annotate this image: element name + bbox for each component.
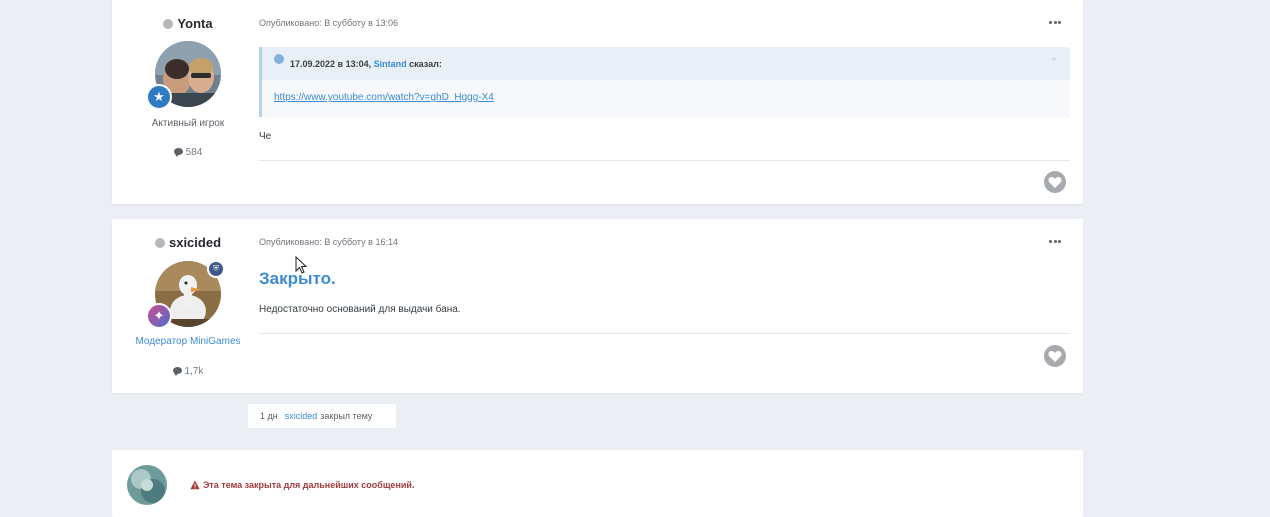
heart-icon[interactable] (1044, 345, 1066, 367)
post-sxicided: sxicided ⛨ ✦ Модератор MiniGames 1,7k Оп… (112, 219, 1083, 393)
post-divider (259, 333, 1070, 334)
comment-icon (172, 367, 182, 376)
post-yonta: Yonta ★ Активный игрок 584 Опубликовано:… (112, 0, 1083, 204)
more-options-icon[interactable] (1049, 21, 1061, 25)
quote-said: сказал: (409, 58, 442, 69)
rank-star-badge-icon: ★ (146, 84, 172, 110)
post-text: Недостаточно оснований для выдачи бана. (259, 304, 461, 315)
locked-topic-bar: Эта тема закрыта для дальнейших сообщени… (112, 450, 1083, 517)
user-title: Активный игрок (151, 118, 225, 129)
quote-header: 17.09.2022 в 13:04, Sintand сказал: ⌃ (262, 47, 1070, 80)
post-date[interactable]: Опубликовано: В субботу в 13:06 (259, 18, 398, 28)
current-user-avatar[interactable] (127, 465, 167, 505)
event-time[interactable]: 1 дн (260, 411, 278, 421)
event-user-link[interactable]: sxicided (285, 411, 318, 421)
quote-block: 17.09.2022 в 13:04, Sintand сказал: ⌃ ht… (259, 47, 1070, 117)
post-date[interactable]: Опубликовано: В субботу в 16:14 (259, 237, 398, 247)
rank-badge-icon: ✦ (146, 303, 172, 329)
comment-icon (173, 148, 183, 157)
offline-status-icon (163, 19, 174, 29)
post-count[interactable]: 584 (112, 147, 264, 158)
quote-user-link[interactable]: Sintand (374, 59, 407, 69)
offline-status-icon (154, 238, 165, 248)
event-action: закрыл тему (320, 411, 373, 421)
quote-icon (274, 53, 284, 64)
more-options-icon[interactable] (1049, 240, 1061, 244)
user-title[interactable]: Модератор MiniGames (112, 336, 264, 347)
topic-closed-event: 1 дн sxicided закрыл тему (248, 404, 396, 428)
heart-icon[interactable] (1044, 171, 1066, 193)
warning-icon (190, 480, 200, 490)
author-name[interactable]: Yonta (112, 16, 264, 31)
quote-body: https://www.youtube.com/watch?v=ghD_Hggg… (262, 80, 1070, 103)
collapse-quote-icon[interactable]: ⌃ (1050, 57, 1058, 68)
author-name[interactable]: sxicided (112, 235, 264, 250)
mouse-cursor-icon (295, 256, 307, 274)
youtube-link[interactable]: https://www.youtube.com/watch?v=ghD_Hggg… (274, 92, 494, 103)
shield-badge-icon: ⛨ (207, 260, 225, 278)
locked-message: Эта тема закрыта для дальнейших сообщени… (190, 480, 414, 490)
post-count[interactable]: 1,7k (112, 366, 264, 377)
post-divider (259, 160, 1070, 161)
quote-date: 17.09.2022 в 13:04, (290, 58, 372, 69)
post-text: Че (259, 131, 272, 142)
